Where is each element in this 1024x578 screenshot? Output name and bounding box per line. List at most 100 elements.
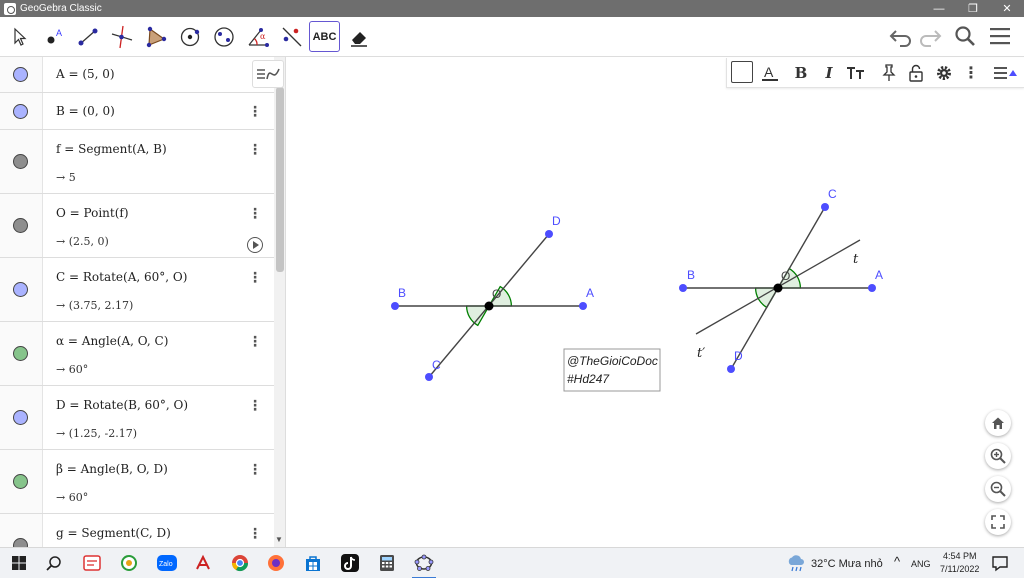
algebra-definition[interactable]: α = Angle(A, O, C) xyxy=(56,334,168,348)
play-animation-icon[interactable] xyxy=(247,237,263,253)
algebra-row-beta[interactable]: β = Angle(B, O, D) → 60° ⋮ xyxy=(0,450,274,514)
taskbar-search-button[interactable] xyxy=(44,553,64,573)
redo-button[interactable] xyxy=(915,21,945,51)
algebra-scrollbar-thumb[interactable] xyxy=(276,87,284,272)
home-button[interactable] xyxy=(985,410,1011,436)
taskbar-chrome[interactable] xyxy=(230,553,250,573)
more-vert-icon[interactable]: ⋮ xyxy=(248,460,262,478)
visibility-toggle[interactable] xyxy=(13,346,28,361)
point-O-2[interactable] xyxy=(773,283,783,293)
segment-tool-button[interactable] xyxy=(72,21,103,52)
text-tool-button[interactable]: ABC xyxy=(309,21,340,52)
angle-tool-button[interactable]: α xyxy=(242,21,273,52)
point-O[interactable] xyxy=(484,301,494,311)
point-B[interactable] xyxy=(391,302,399,310)
more-vert-icon[interactable]: ⋮ xyxy=(248,396,262,414)
point-A[interactable] xyxy=(579,302,587,310)
taskbar-zalo[interactable]: Zalo xyxy=(155,553,179,573)
notification-button[interactable] xyxy=(990,553,1010,573)
point-C-2[interactable] xyxy=(821,203,829,211)
algebra-definition[interactable]: C = Rotate(A, 60°, O) xyxy=(56,270,187,284)
more-vert-icon[interactable]: ⋮ xyxy=(248,102,262,120)
search-button[interactable] xyxy=(950,21,980,51)
algebra-row-B[interactable]: B = (0, 0) ⋮ xyxy=(0,93,274,130)
clock-time[interactable]: 4:54 PM xyxy=(943,551,977,561)
text-color-button[interactable]: A xyxy=(758,61,782,85)
more-options-button[interactable]: ⋮ xyxy=(959,61,983,85)
point-C[interactable] xyxy=(425,373,433,381)
point-D[interactable] xyxy=(545,230,553,238)
algebra-definition[interactable]: D = Rotate(B, 60°, O) xyxy=(56,398,188,412)
zoom-in-button[interactable] xyxy=(985,443,1011,469)
lock-button[interactable] xyxy=(904,61,928,85)
close-button[interactable]: ✕ xyxy=(990,0,1024,17)
windows-start-button[interactable] xyxy=(9,553,29,573)
point-A-2[interactable] xyxy=(868,284,876,292)
taskbar-calculator[interactable] xyxy=(377,553,397,573)
algebra-row-f[interactable]: f = Segment(A, B) → 5 ⋮ xyxy=(0,130,274,194)
fullscreen-button[interactable] xyxy=(985,509,1011,535)
visibility-toggle[interactable] xyxy=(13,154,28,169)
minimize-button[interactable]: — xyxy=(922,0,956,17)
watermark-textbox[interactable]: @TheGioiCoDoc #Hd247 xyxy=(563,348,661,392)
visibility-toggle[interactable] xyxy=(13,538,28,547)
more-vert-icon[interactable]: ⋮ xyxy=(248,204,262,222)
algebra-definition[interactable]: f = Segment(A, B) xyxy=(56,142,167,156)
perpendicular-line-tool-button[interactable] xyxy=(106,21,137,52)
move-tool-button[interactable] xyxy=(4,21,35,52)
algebra-row-A[interactable]: A = (5, 0) xyxy=(0,57,274,93)
visibility-toggle[interactable] xyxy=(13,67,28,82)
reflect-tool-button[interactable] xyxy=(276,21,307,52)
clock-date[interactable]: 7/11/2022 xyxy=(940,564,979,574)
ellipse-tool-button[interactable] xyxy=(208,21,239,52)
algebra-row-alpha[interactable]: α = Angle(A, O, C) → 60° ⋮ xyxy=(0,322,274,386)
toggle-style-bar-button[interactable] xyxy=(993,61,1017,85)
algebra-row-g[interactable]: g = Segment(C, D) ⋮ xyxy=(0,514,274,547)
algebra-definition[interactable]: A = (5, 0) xyxy=(56,67,115,81)
taskbar-app-4[interactable] xyxy=(266,553,286,573)
visibility-toggle[interactable] xyxy=(13,474,28,489)
algebra-row-D[interactable]: D = Rotate(B, 60°, O) → (1.25, -2.17) ⋮ xyxy=(0,386,274,450)
eraser-tool-button[interactable] xyxy=(343,21,374,52)
taskbar-store[interactable] xyxy=(303,553,323,573)
text-size-button[interactable] xyxy=(844,61,868,85)
undo-button[interactable] xyxy=(886,21,916,51)
weather-widget[interactable] xyxy=(786,553,806,573)
taskbar-tiktok[interactable] xyxy=(340,553,360,573)
more-vert-icon[interactable]: ⋮ xyxy=(248,268,262,286)
algebra-definition[interactable]: B = (0, 0) xyxy=(56,104,115,118)
restore-button[interactable]: ❐ xyxy=(956,0,990,17)
weather-text[interactable]: 32°C Mưa nhỏ xyxy=(811,558,883,570)
taskbar-geogebra[interactable] xyxy=(414,553,434,573)
chevron-up-icon[interactable]: ^ xyxy=(894,554,900,569)
algebra-definition[interactable]: O = Point(f) xyxy=(56,206,129,220)
algebra-row-O[interactable]: O = Point(f) → (2.5, 0) ⋮ xyxy=(0,194,274,258)
main-menu-button[interactable] xyxy=(985,21,1015,51)
more-vert-icon[interactable]: ⋮ xyxy=(248,524,262,542)
visibility-toggle[interactable] xyxy=(13,282,28,297)
visibility-toggle[interactable] xyxy=(13,104,28,119)
scroll-down-arrow-icon[interactable]: ▼ xyxy=(275,535,283,544)
algebra-definition[interactable]: β = Angle(B, O, D) xyxy=(56,462,168,476)
visibility-toggle[interactable] xyxy=(13,218,28,233)
point-B-2[interactable] xyxy=(679,284,687,292)
color-swatch-button[interactable] xyxy=(731,61,753,83)
taskbar-app-1[interactable] xyxy=(82,553,102,573)
point-D-2[interactable] xyxy=(727,365,735,373)
point-tool-button[interactable]: A xyxy=(38,21,69,52)
circle-tool-button[interactable] xyxy=(174,21,205,52)
algebra-row-C[interactable]: C = Rotate(A, 60°, O) → (3.75, 2.17) ⋮ xyxy=(0,258,274,322)
zoom-out-button[interactable] xyxy=(985,476,1011,502)
pin-button[interactable] xyxy=(877,61,901,85)
settings-button[interactable] xyxy=(932,61,956,85)
polygon-tool-button[interactable] xyxy=(140,21,171,52)
visibility-toggle[interactable] xyxy=(13,410,28,425)
more-vert-icon[interactable]: ⋮ xyxy=(248,140,262,158)
graphics-view[interactable]: B A O D C B A O C D t t′ @TheGioiCoDoc #… xyxy=(286,57,1024,547)
graphics-canvas[interactable]: B A O D C B A O C D t t′ @TheGioiCoDoc #… xyxy=(286,57,1024,547)
bold-button[interactable]: B xyxy=(789,61,813,85)
more-vert-icon[interactable]: ⋮ xyxy=(248,332,262,350)
algebra-sort-button[interactable] xyxy=(252,60,284,88)
taskbar-app-3[interactable] xyxy=(193,553,213,573)
italic-button[interactable]: I xyxy=(817,61,841,85)
